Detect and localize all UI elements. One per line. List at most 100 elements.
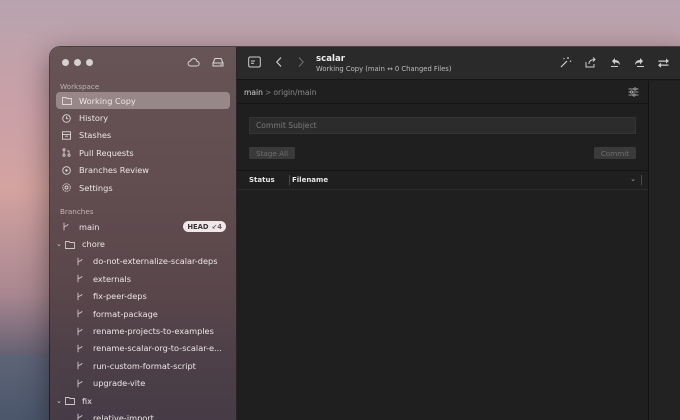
branch-item[interactable]: rename-projects-to-examples (56, 322, 230, 339)
sidebar-item-settings[interactable]: Settings (56, 179, 230, 196)
branch-label: externals (93, 273, 131, 284)
head-badge: HEAD ↙4 (183, 221, 226, 232)
sidebar-item-stashes[interactable]: Stashes (56, 127, 230, 144)
folder-icon (65, 240, 77, 249)
sidebar-item-label: Pull Requests (79, 147, 134, 158)
stage-all-button[interactable]: Stage All (249, 147, 295, 159)
share-icon[interactable] (584, 56, 597, 69)
toggle-sidebar-icon[interactable] (248, 56, 261, 68)
branches-section-label: Branches (60, 207, 94, 216)
sliders-icon[interactable] (628, 87, 639, 97)
repo-subtitle: Working Copy (main ↔ 0 Changed Files) (316, 65, 452, 73)
branch-item[interactable]: fix-peer-deps (56, 288, 230, 305)
branch-group-chore[interactable]: ⌄ chore (56, 235, 230, 252)
branch-item[interactable]: do-not-externalize-scalar-deps (56, 253, 230, 270)
sidebar-item-label: Stashes (79, 130, 112, 141)
branch-label: relative-import (93, 412, 154, 420)
sidebar-item-branches-review[interactable]: Branches Review (56, 162, 230, 179)
window-controls (62, 59, 93, 66)
head-badge-label: HEAD (187, 222, 209, 231)
branch-label: run-custom-format-script (93, 360, 196, 371)
sidebar-item-working-copy[interactable]: Working Copy (56, 92, 230, 110)
commit-button[interactable]: Commit (594, 147, 636, 159)
breadcrumb-remote-branch[interactable]: origin/main (273, 88, 316, 97)
forward-arrow-icon[interactable] (297, 56, 305, 68)
drive-icon[interactable] (212, 57, 224, 67)
branch-icon (76, 413, 88, 420)
sidebar-item-label: History (79, 113, 109, 124)
column-status[interactable]: Status (249, 176, 275, 184)
column-filename[interactable]: Filename (292, 176, 328, 184)
gear-icon (62, 183, 74, 192)
working-copy-panel: main>origin/main Stage All Commit Status… (237, 81, 649, 420)
magic-wand-icon[interactable] (559, 56, 572, 69)
close-window-button[interactable] (62, 59, 69, 66)
branch-item[interactable]: run-custom-format-script (56, 357, 230, 374)
sidebar-item-label: Settings (79, 182, 113, 193)
repo-title: scalar (316, 54, 345, 64)
back-arrow-icon[interactable] (275, 56, 283, 68)
branch-item[interactable]: rename-scalar-org-to-scalar-e... (56, 340, 230, 357)
branch-label: upgrade-vite (93, 378, 146, 389)
sidebar-item-label: Branches Review (79, 165, 149, 176)
minimize-window-button[interactable] (74, 59, 81, 66)
branch-icon (76, 292, 88, 301)
branch-icon (76, 327, 88, 336)
sidebar-item-history[interactable]: History (56, 109, 230, 126)
branch-label: rename-projects-to-examples (93, 326, 214, 337)
zoom-window-button[interactable] (86, 59, 93, 66)
column-divider (289, 175, 290, 185)
sidebar: Workspace Working Copy History Stashes P… (50, 47, 237, 420)
branch-label: format-package (93, 308, 158, 319)
toolbar: scalar Working Copy (main ↔ 0 Changed Fi… (237, 47, 680, 80)
sidebar-item-pull-requests[interactable]: Pull Requests (56, 144, 230, 161)
branch-label: do-not-externalize-scalar-deps (93, 256, 218, 267)
chevron-down-icon[interactable]: ⌄ (630, 175, 636, 183)
behind-count: ↙4 (211, 222, 222, 231)
app-window: Workspace Working Copy History Stashes P… (50, 47, 680, 420)
branch-icon (76, 274, 88, 283)
branch-item[interactable]: externals (56, 270, 230, 287)
clock-icon (62, 113, 74, 123)
file-table-header: Status Filename ⌄ (237, 172, 648, 188)
branch-label: main (79, 221, 100, 232)
branch-item[interactable]: upgrade-vite (56, 375, 230, 392)
branch-icon (76, 379, 88, 388)
divider (237, 103, 648, 104)
diff-panel (649, 81, 680, 420)
branch-item[interactable]: relative-import (56, 409, 230, 420)
branch-icon (76, 344, 88, 353)
breadcrumb-separator: > (264, 88, 272, 97)
branch-main[interactable]: main HEAD ↙4 (56, 218, 230, 235)
push-icon[interactable] (633, 56, 646, 69)
folder-icon (62, 96, 74, 106)
branch-group-label: chore (82, 239, 105, 250)
undo-fetch-icon[interactable] (609, 56, 622, 69)
breadcrumb-local-branch[interactable]: main (244, 88, 263, 97)
divider (237, 170, 648, 171)
branch-item[interactable]: format-package (56, 305, 230, 322)
archive-icon (62, 131, 74, 140)
chevron-down-icon[interactable]: ⌄ (56, 397, 65, 405)
branches-tree: main HEAD ↙4 ⌄ chore do-not-externalize-… (56, 218, 230, 420)
cloud-icon[interactable] (187, 57, 200, 67)
chevron-down-icon[interactable]: ⌄ (56, 240, 65, 248)
workspace-nav: Working Copy History Stashes Pull Reques… (56, 92, 230, 196)
branch-icon (76, 257, 88, 266)
pull-request-icon (62, 148, 74, 158)
branch-group-fix[interactable]: ⌄ fix (56, 392, 230, 409)
branch-label: rename-scalar-org-to-scalar-e... (93, 343, 222, 354)
branch-icon (76, 309, 88, 318)
branch-label: fix-peer-deps (93, 291, 147, 302)
eye-icon (62, 166, 74, 175)
branch-icon (62, 222, 74, 231)
sidebar-item-label: Working Copy (79, 95, 136, 106)
column-divider (641, 175, 642, 185)
commit-subject-input[interactable] (249, 117, 636, 134)
divider (237, 189, 648, 190)
branch-group-label: fix (82, 395, 93, 406)
branch-icon (76, 361, 88, 370)
folder-icon (65, 396, 77, 406)
main-area: scalar Working Copy (main ↔ 0 Changed Fi… (237, 47, 680, 420)
sync-icon[interactable] (657, 56, 670, 69)
